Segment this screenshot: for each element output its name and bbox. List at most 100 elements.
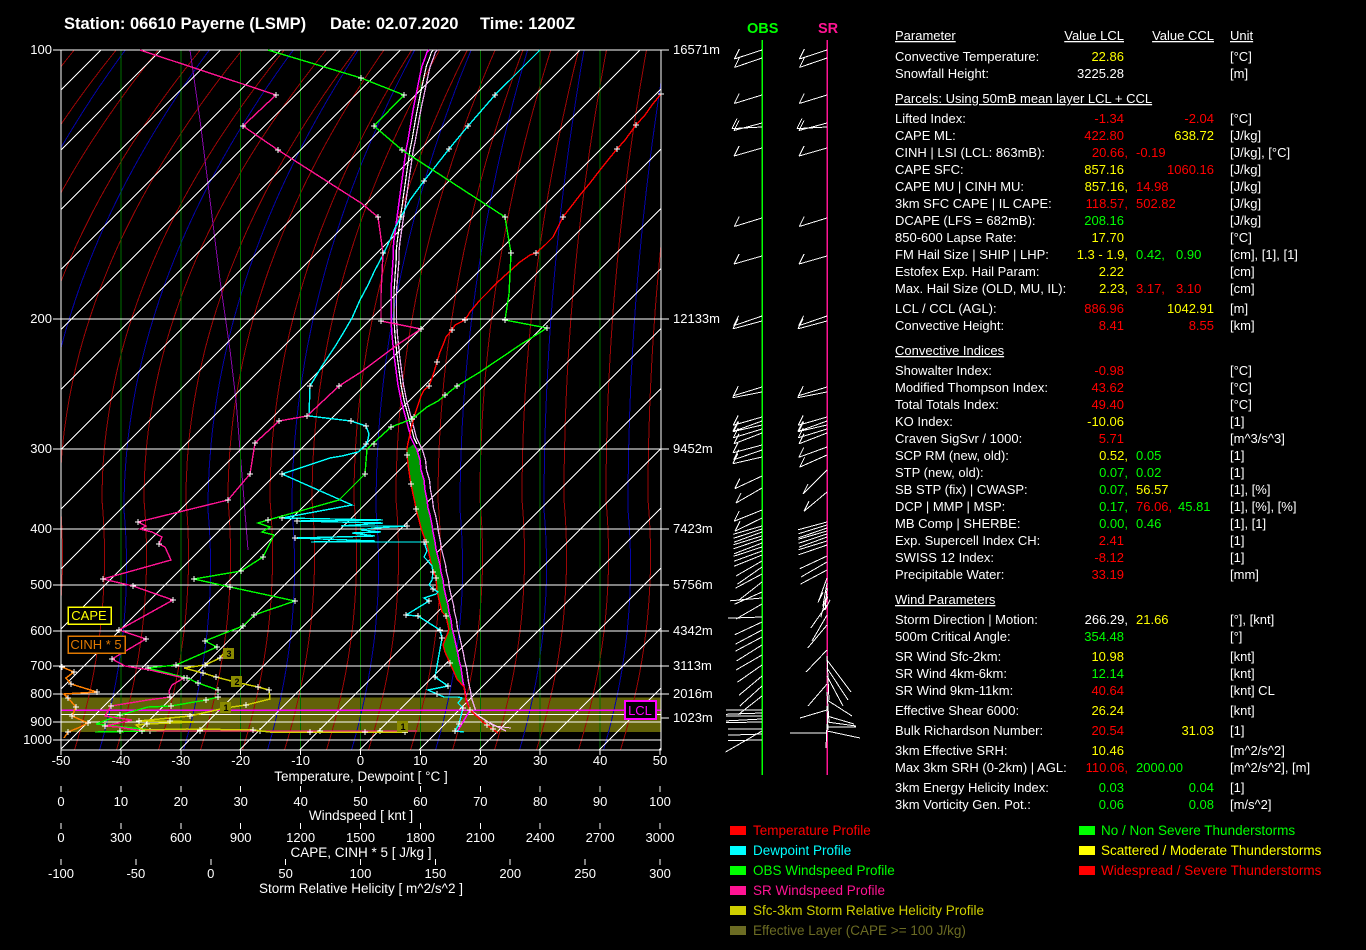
- svg-text:3km Effective SRH:: 3km Effective SRH:: [895, 743, 1007, 758]
- svg-text:20: 20: [174, 794, 188, 809]
- svg-text:Effective Layer (CAPE >= 100 J: Effective Layer (CAPE >= 100 J/kg): [753, 923, 966, 938]
- svg-text:[1], [1]: [1], [1]: [1230, 516, 1266, 531]
- svg-text:KO Index:: KO Index:: [895, 414, 953, 429]
- svg-text:45.81: 45.81: [1178, 499, 1211, 514]
- svg-text:[knt] CL: [knt] CL: [1230, 683, 1275, 698]
- svg-text:[cm]: [cm]: [1230, 264, 1255, 279]
- svg-text:[°C]: [°C]: [1230, 397, 1252, 412]
- svg-text:502.82: 502.82: [1136, 196, 1176, 211]
- svg-text:3000: 3000: [646, 830, 675, 845]
- svg-text:CINH * 5: CINH * 5: [70, 637, 121, 652]
- svg-text:76.06,: 76.06,: [1136, 499, 1172, 514]
- svg-text:1000: 1000: [23, 732, 52, 747]
- svg-text:-50: -50: [126, 866, 145, 881]
- svg-text:10: 10: [114, 794, 128, 809]
- svg-text:14.98: 14.98: [1136, 179, 1169, 194]
- svg-text:[m^2/s^2]: [m^2/s^2]: [1230, 743, 1285, 758]
- svg-text:Temperature, Dewpoint [ °C ]: Temperature, Dewpoint [ °C ]: [274, 769, 447, 784]
- svg-text:17.70: 17.70: [1091, 230, 1124, 245]
- svg-text:SR Windspeed Profile: SR Windspeed Profile: [753, 883, 885, 898]
- svg-text:-8.12: -8.12: [1094, 550, 1124, 565]
- svg-text:LCL / CCL (AGL):: LCL / CCL (AGL):: [895, 301, 997, 316]
- svg-text:2100: 2100: [466, 830, 495, 845]
- svg-text:22.86: 22.86: [1091, 49, 1124, 64]
- svg-text:31.03: 31.03: [1181, 723, 1214, 738]
- svg-text:600: 600: [170, 830, 192, 845]
- svg-text:[°C]: [°C]: [1230, 363, 1252, 378]
- svg-text:Parameter: Parameter: [895, 28, 956, 43]
- svg-text:[1]: [1]: [1230, 448, 1244, 463]
- svg-text:422.80: 422.80: [1084, 128, 1124, 143]
- svg-text:Max. Hail Size (OLD, MU, IL):: Max. Hail Size (OLD, MU, IL):: [895, 281, 1066, 296]
- svg-text:900: 900: [230, 830, 252, 845]
- svg-text:CAPE SFC:: CAPE SFC:: [895, 162, 964, 177]
- svg-text:90: 90: [593, 794, 607, 809]
- svg-text:80: 80: [533, 794, 547, 809]
- svg-text:150: 150: [425, 866, 447, 881]
- svg-text:850-600 Lapse Rate:: 850-600 Lapse Rate:: [895, 230, 1016, 245]
- svg-text:0.04: 0.04: [1189, 780, 1214, 795]
- svg-text:12133m: 12133m: [673, 311, 720, 326]
- svg-text:50: 50: [278, 866, 292, 881]
- svg-text:SR: SR: [818, 21, 839, 37]
- svg-text:Exp. Supercell Index CH:: Exp. Supercell Index CH:: [895, 533, 1040, 548]
- svg-text:1042.91: 1042.91: [1167, 301, 1214, 316]
- svg-text:[1]: [1]: [1230, 465, 1244, 480]
- svg-text:0.90: 0.90: [1176, 247, 1201, 262]
- svg-text:70: 70: [473, 794, 487, 809]
- svg-text:[1]: [1]: [1230, 533, 1244, 548]
- svg-text:DCAPE (LFS = 682mB):: DCAPE (LFS = 682mB):: [895, 213, 1036, 228]
- svg-text:Showalter Index:: Showalter Index:: [895, 363, 992, 378]
- svg-text:16571m: 16571m: [673, 42, 720, 57]
- svg-text:No / Non Severe Thunderstorms: No / Non Severe Thunderstorms: [1101, 823, 1295, 838]
- svg-text:Wind Parameters: Wind Parameters: [895, 592, 996, 607]
- svg-text:266.29,: 266.29,: [1085, 612, 1128, 627]
- svg-text:1: 1: [400, 722, 405, 732]
- svg-text:800: 800: [30, 686, 52, 701]
- svg-text:0.00,: 0.00,: [1099, 516, 1128, 531]
- svg-text:10: 10: [413, 753, 427, 768]
- svg-text:0.02: 0.02: [1136, 465, 1161, 480]
- svg-text:3km Energy Helicity Index:: 3km Energy Helicity Index:: [895, 780, 1049, 795]
- svg-text:2: 2: [234, 677, 239, 687]
- svg-text:200: 200: [30, 311, 52, 326]
- svg-text:Station: 06610 Payerne (LSMP): Station: 06610 Payerne (LSMP): [64, 15, 306, 33]
- svg-text:208.16: 208.16: [1084, 213, 1124, 228]
- svg-text:1500: 1500: [346, 830, 375, 845]
- svg-text:SR Wind 9km-11km:: SR Wind 9km-11km:: [895, 683, 1013, 698]
- svg-text:5.71: 5.71: [1099, 431, 1124, 446]
- svg-text:600: 600: [30, 623, 52, 638]
- svg-text:Convective Height:: Convective Height:: [895, 318, 1004, 333]
- svg-text:2400: 2400: [526, 830, 555, 845]
- svg-text:[°C]: [°C]: [1230, 380, 1252, 395]
- svg-text:STP (new, old):: STP (new, old):: [895, 465, 984, 480]
- svg-text:50: 50: [353, 794, 367, 809]
- svg-text:0.42,: 0.42,: [1136, 247, 1165, 262]
- svg-text:-0.19: -0.19: [1136, 145, 1166, 160]
- svg-text:7423m: 7423m: [673, 521, 713, 536]
- svg-text:Convective Temperature:: Convective Temperature:: [895, 49, 1039, 64]
- svg-text:Temperature Profile: Temperature Profile: [753, 823, 871, 838]
- svg-text:33.19: 33.19: [1091, 567, 1124, 582]
- svg-text:400: 400: [30, 521, 52, 536]
- svg-text:Craven SigSvr / 1000:: Craven SigSvr / 1000:: [895, 431, 1022, 446]
- svg-text:Bulk Richardson Number:: Bulk Richardson Number:: [895, 723, 1043, 738]
- svg-text:OBS Windspeed Profile: OBS Windspeed Profile: [753, 863, 895, 878]
- svg-text:30: 30: [533, 753, 547, 768]
- svg-text:40: 40: [293, 794, 307, 809]
- svg-text:0.05: 0.05: [1136, 448, 1161, 463]
- svg-text:[°C]: [°C]: [1230, 49, 1252, 64]
- svg-text:Storm Relative Helicity [ m^2: Storm Relative Helicity [ m^2/s^2 ]: [259, 881, 463, 896]
- svg-text:Scattered / Moderate Thunderst: Scattered / Moderate Thunderstorms: [1101, 843, 1322, 858]
- svg-text:2.23,: 2.23,: [1099, 281, 1128, 296]
- svg-text:5756m: 5756m: [673, 577, 713, 592]
- svg-text:886.96: 886.96: [1084, 301, 1124, 316]
- svg-text:[m/s^2]: [m/s^2]: [1230, 797, 1272, 812]
- svg-text:Total Totals Index:: Total Totals Index:: [895, 397, 999, 412]
- svg-text:-30: -30: [171, 753, 190, 768]
- svg-text:2016m: 2016m: [673, 686, 713, 701]
- svg-text:Estofex Exp. Hail Param:: Estofex Exp. Hail Param:: [895, 264, 1040, 279]
- svg-text:CAPE MU | CINH MU:: CAPE MU | CINH MU:: [895, 179, 1024, 194]
- svg-text:[J/kg], [°C]: [J/kg], [°C]: [1230, 145, 1290, 160]
- svg-text:Storm Direction | Motion:: Storm Direction | Motion:: [895, 612, 1038, 627]
